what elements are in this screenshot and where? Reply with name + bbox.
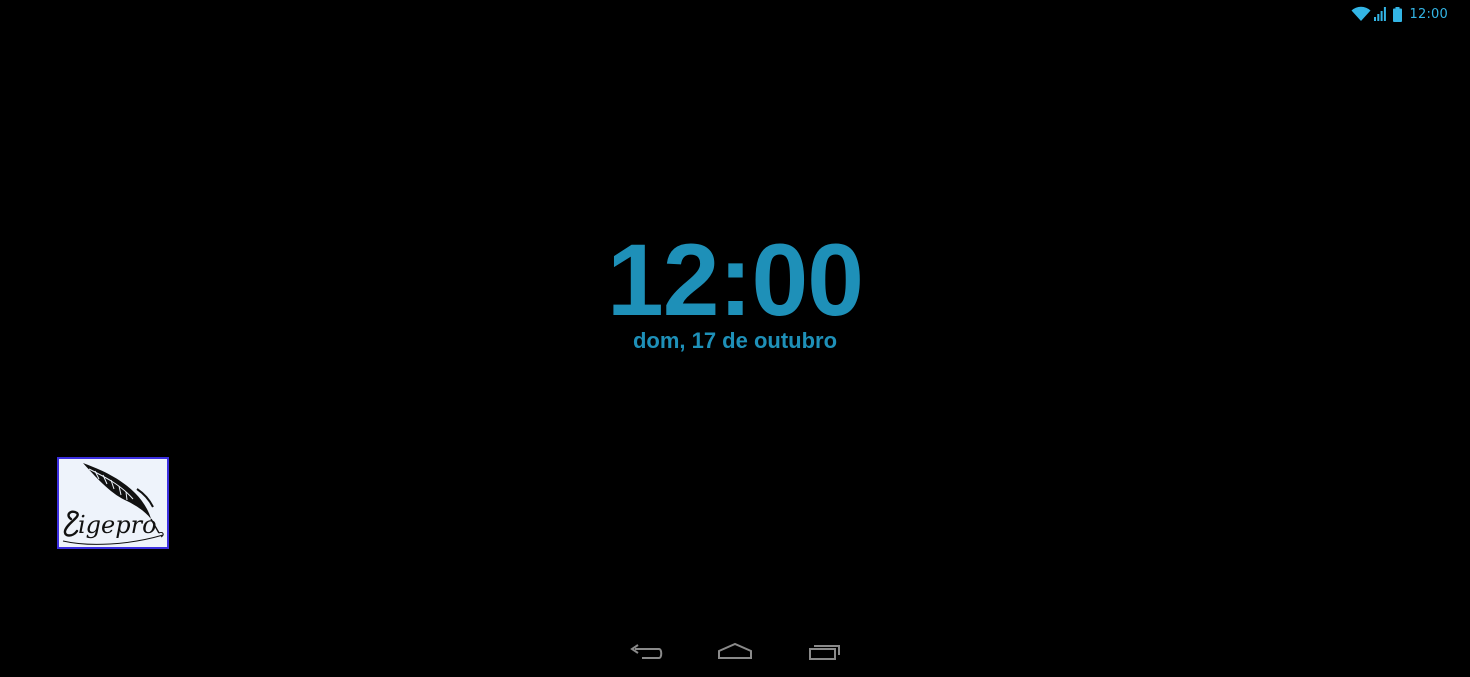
sigepro-wordmark: igepro xyxy=(78,511,157,539)
navigation-bar xyxy=(0,629,1470,677)
sigepro-logo-icon: igepro xyxy=(62,463,164,545)
back-button[interactable] xyxy=(626,639,666,669)
home-button[interactable] xyxy=(715,639,755,669)
recents-button[interactable] xyxy=(805,639,845,669)
back-icon xyxy=(630,644,663,659)
wifi-icon xyxy=(1351,6,1371,22)
clock-date: dom, 17 de outubro xyxy=(632,328,838,353)
recents-icon xyxy=(809,645,840,660)
clock-time: 12:00 xyxy=(607,223,864,337)
signal-icon xyxy=(1373,7,1386,21)
status-bar[interactable]: 12:00 xyxy=(1351,0,1470,28)
clock-widget[interactable]: 12:00 dom, 17 de outubro xyxy=(0,226,1470,354)
sigepro-app-shortcut[interactable]: igepro xyxy=(57,457,169,549)
battery-icon xyxy=(1392,6,1402,22)
status-time: 12:00 xyxy=(1409,6,1448,22)
home-screen: 12:00 12:00 dom, 17 de outubro igepro xyxy=(0,0,1470,677)
home-icon xyxy=(718,642,752,659)
